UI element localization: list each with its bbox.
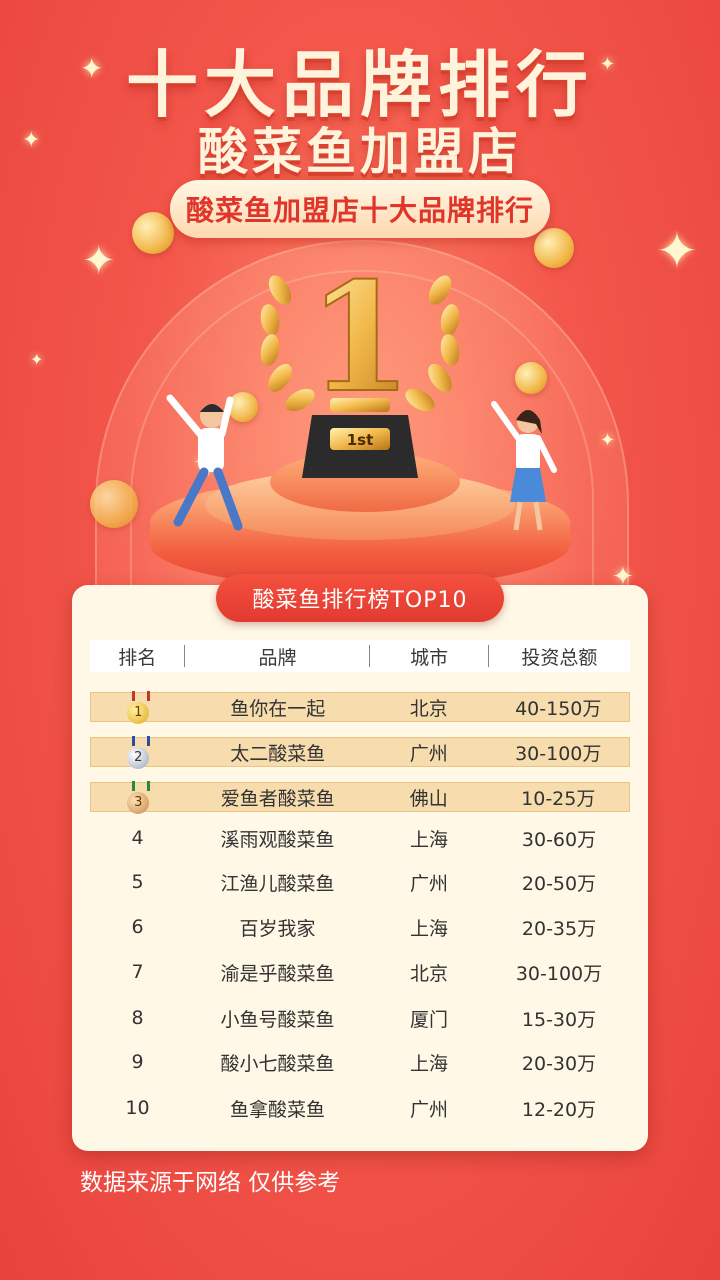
rank-cell: 5 xyxy=(131,871,144,893)
city-cell: 广州 xyxy=(409,742,448,765)
table-row: 10 鱼拿酸菜鱼 广州 12-20万 xyxy=(90,1093,630,1123)
rank-cell: 10 xyxy=(125,1097,150,1119)
investment-cell: 30-100万 xyxy=(515,962,603,985)
title-pill: 酸菜鱼加盟店十大品牌排行 xyxy=(170,180,550,238)
coin-icon xyxy=(132,212,174,254)
investment-cell: 40-150万 xyxy=(515,697,602,720)
table-row: 4 溪雨观酸菜鱼 上海 30-60万 xyxy=(90,823,630,853)
title-pill-text: 酸菜鱼加盟店十大品牌排行 xyxy=(185,194,534,227)
brand-cell: 溪雨观酸菜鱼 xyxy=(220,828,335,851)
city-cell: 上海 xyxy=(409,1052,448,1075)
column-header-city: 城市 xyxy=(410,646,449,669)
investment-cell: 30-60万 xyxy=(521,828,597,851)
investment-cell: 20-50万 xyxy=(521,872,597,895)
column-header-investment: 投资总额 xyxy=(521,646,598,669)
investment-cell: 30-100万 xyxy=(515,742,602,765)
brand-cell: 小鱼号酸菜鱼 xyxy=(220,1008,335,1031)
sparkle-icon: ✦ xyxy=(656,222,698,280)
table-row: 5 江渔儿酸菜鱼 广州 20-50万 xyxy=(90,867,630,897)
coin-icon xyxy=(534,228,574,268)
investment-cell: 20-30万 xyxy=(521,1052,597,1075)
brand-cell: 鱼拿酸菜鱼 xyxy=(229,1098,325,1121)
celebrating-woman-illustration xyxy=(491,401,557,531)
brand-cell: 百岁我家 xyxy=(239,917,316,940)
rank-cell: 8 xyxy=(131,1007,144,1029)
city-cell: 北京 xyxy=(409,962,448,985)
brand-cell: 太二酸菜鱼 xyxy=(230,742,326,765)
sparkle-icon: ✦ xyxy=(82,238,116,284)
city-cell: 广州 xyxy=(409,1098,448,1121)
investment-cell: 10-25万 xyxy=(521,787,596,810)
ranking-tab: 酸菜鱼排行榜TOP10 xyxy=(216,574,504,622)
city-cell: 厦门 xyxy=(409,1008,448,1031)
table-row: 6 百岁我家 上海 20-35万 xyxy=(90,912,630,942)
rank-cell: 7 xyxy=(131,961,144,983)
brand-cell: 酸小七酸菜鱼 xyxy=(220,1052,335,1075)
trophy-icon: 1 1st xyxy=(260,250,460,478)
gold-medal-icon: 1 xyxy=(127,690,151,724)
investment-cell: 12-20万 xyxy=(521,1098,597,1121)
bronze-medal-icon: 3 xyxy=(127,780,151,814)
brand-cell: 爱鱼者酸菜鱼 xyxy=(220,787,335,810)
silver-medal-icon: 2 xyxy=(127,735,151,769)
table-row: 2 太二酸菜鱼 广州 30-100万 xyxy=(90,735,630,769)
coin-icon xyxy=(515,362,547,394)
page-subtitle: 酸菜鱼加盟店 xyxy=(198,123,522,181)
sparkle-icon: ✦ xyxy=(600,430,616,451)
column-header-brand: 品牌 xyxy=(258,646,297,669)
sparkle-icon: ✦ xyxy=(30,350,44,369)
brand-cell: 鱼你在一起 xyxy=(230,697,326,720)
rank-cell: 6 xyxy=(131,916,144,938)
table-row: 3 爱鱼者酸菜鱼 佛山 10-25万 xyxy=(90,780,630,814)
ranking-tab-label: 酸菜鱼排行榜TOP10 xyxy=(252,588,468,613)
table-row: 9 酸小七酸菜鱼 上海 20-30万 xyxy=(90,1047,630,1077)
rank-cell: 9 xyxy=(131,1051,144,1073)
city-cell: 北京 xyxy=(409,697,448,720)
city-cell: 广州 xyxy=(409,872,448,895)
table-row: 8 小鱼号酸菜鱼 厦门 15-30万 xyxy=(90,1003,630,1033)
trophy-plaque: 1st xyxy=(347,431,374,449)
source-note: 数据来源于网络 仅供参考 xyxy=(80,1170,341,1196)
rank-cell: 4 xyxy=(131,827,144,849)
city-cell: 佛山 xyxy=(409,787,448,810)
investment-cell: 15-30万 xyxy=(521,1008,597,1031)
coin-icon xyxy=(90,480,138,528)
brand-cell: 江渔儿酸菜鱼 xyxy=(220,872,335,895)
investment-cell: 20-35万 xyxy=(521,917,597,940)
table-row: 1 鱼你在一起 北京 40-150万 xyxy=(90,690,630,724)
city-cell: 上海 xyxy=(409,828,448,851)
brand-cell: 渝是乎酸菜鱼 xyxy=(220,962,335,985)
celebrating-man-illustration xyxy=(166,394,243,531)
table-row: 7 渝是乎酸菜鱼 北京 30-100万 xyxy=(90,957,630,987)
city-cell: 上海 xyxy=(409,917,448,940)
column-header-rank: 排名 xyxy=(118,646,157,669)
table-header: 排名 品牌 城市 投资总额 xyxy=(90,640,630,672)
